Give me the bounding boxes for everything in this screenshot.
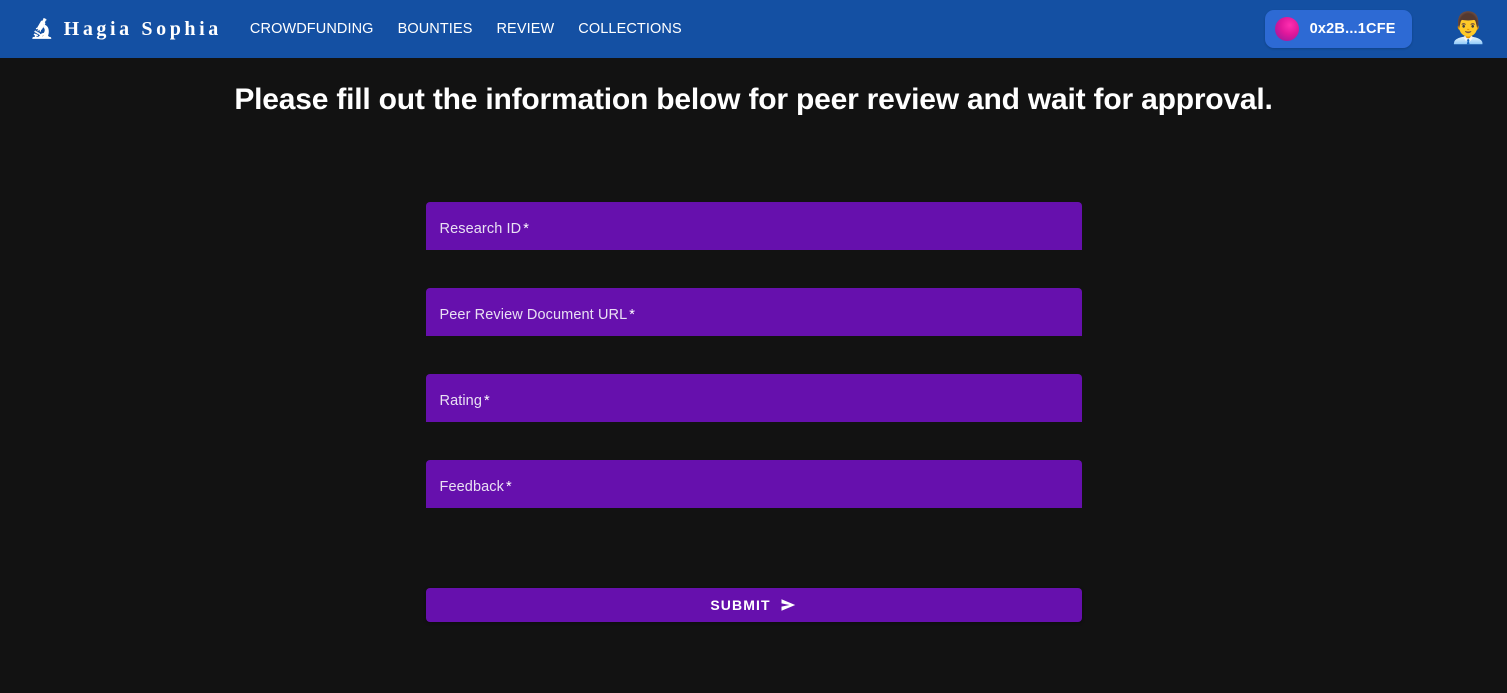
peer-review-document-url-input[interactable] bbox=[425, 314, 1082, 336]
field-rating[interactable]: Rating * bbox=[425, 374, 1082, 422]
nav-link-collections[interactable]: COLLECTIONS bbox=[578, 21, 681, 37]
field-feedback[interactable]: Feedback * bbox=[425, 460, 1082, 508]
navbar-right-section: 0x2B...1CFE 👨‍💼 bbox=[1264, 0, 1487, 58]
nav-links: CROWDFUNDING BOUNTIES REVIEW COLLECTIONS bbox=[250, 21, 682, 37]
form-spacer bbox=[426, 546, 1082, 588]
brand-logo[interactable]: 🔬 Hagia Sophia bbox=[30, 18, 222, 41]
nav-link-crowdfunding[interactable]: CROWDFUNDING bbox=[250, 21, 374, 37]
nav-link-bounties[interactable]: BOUNTIES bbox=[398, 21, 473, 37]
submit-button-label: SUBMIT bbox=[710, 597, 771, 613]
wallet-address-button[interactable]: 0x2B...1CFE bbox=[1264, 10, 1412, 48]
feedback-input[interactable] bbox=[425, 486, 1082, 508]
user-avatar[interactable]: 👨‍💼 bbox=[1450, 14, 1487, 44]
brand-title: Hagia Sophia bbox=[63, 17, 222, 40]
nav-link-review[interactable]: REVIEW bbox=[496, 21, 554, 37]
peer-review-form: Research ID * Peer Review Document URL * R… bbox=[425, 117, 1082, 622]
research-id-input[interactable] bbox=[425, 228, 1082, 250]
wallet-address-label: 0x2B...1CFE bbox=[1309, 21, 1396, 37]
wallet-avatar-icon bbox=[1274, 17, 1299, 41]
field-peer-review-document-url[interactable]: Peer Review Document URL * bbox=[425, 288, 1082, 336]
field-research-id[interactable]: Research ID * bbox=[425, 202, 1082, 250]
microscope-icon: 🔬 bbox=[30, 18, 54, 40]
rating-input[interactable] bbox=[425, 400, 1082, 422]
top-navbar: 🔬 Hagia Sophia CROWDFUNDING BOUNTIES REV… bbox=[0, 0, 1507, 58]
page-title: Please fill out the information below fo… bbox=[234, 83, 1273, 116]
send-arrow-icon bbox=[780, 598, 797, 612]
submit-button[interactable]: SUBMIT bbox=[425, 588, 1082, 622]
